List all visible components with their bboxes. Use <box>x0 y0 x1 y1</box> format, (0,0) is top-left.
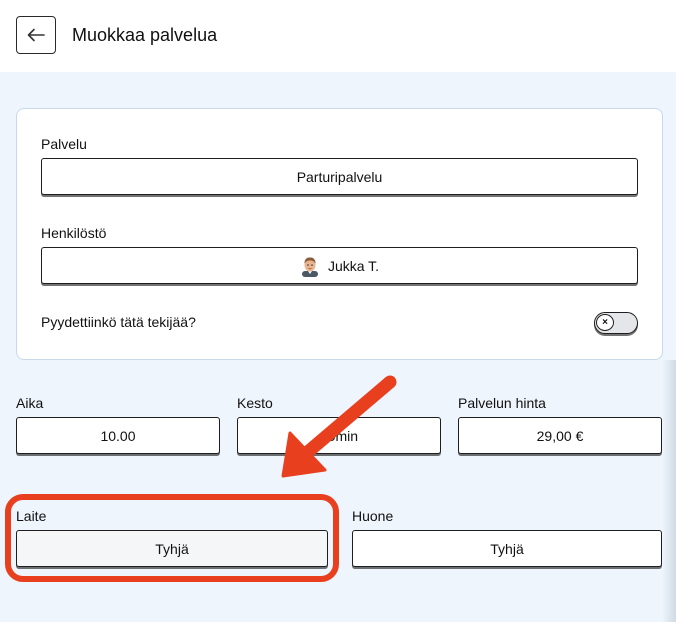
arrow-left-icon <box>27 28 45 42</box>
service-value: Parturipalvelu <box>296 168 383 185</box>
highlight-box <box>5 494 339 582</box>
staff-select[interactable]: Jukka T. <box>41 247 638 284</box>
time-label: Aika <box>16 395 44 411</box>
duration-field[interactable]: 30min <box>237 417 441 454</box>
price-label: Palvelun hinta <box>458 395 546 411</box>
duration-value: 30min <box>319 427 359 444</box>
room-value: Tyhjä <box>490 540 524 557</box>
x-icon: × <box>596 314 614 331</box>
price-value: 29,00 € <box>536 427 584 444</box>
room-select[interactable]: Tyhjä <box>352 530 662 567</box>
price-field[interactable]: 29,00 € <box>458 417 662 454</box>
top-bar: Muokkaa palvelua <box>0 0 676 72</box>
time-value: 10.00 <box>100 427 136 444</box>
scroll-edge-shadow <box>662 360 676 622</box>
back-button[interactable] <box>16 16 56 54</box>
staff-value: Jukka T. <box>327 257 380 274</box>
duration-label: Kesto <box>237 395 273 411</box>
person-avatar-icon <box>301 256 318 277</box>
room-label: Huone <box>352 508 394 524</box>
requested-toggle[interactable]: × <box>594 312 638 334</box>
service-select[interactable]: Parturipalvelu <box>41 158 638 195</box>
service-label: Palvelu <box>41 136 87 152</box>
page-title: Muokkaa palvelua <box>72 25 218 45</box>
staff-label: Henkilöstö <box>41 225 107 241</box>
requested-label: Pyydettiinkö tätä tekijää? <box>41 314 196 330</box>
time-field[interactable]: 10.00 <box>16 417 220 454</box>
